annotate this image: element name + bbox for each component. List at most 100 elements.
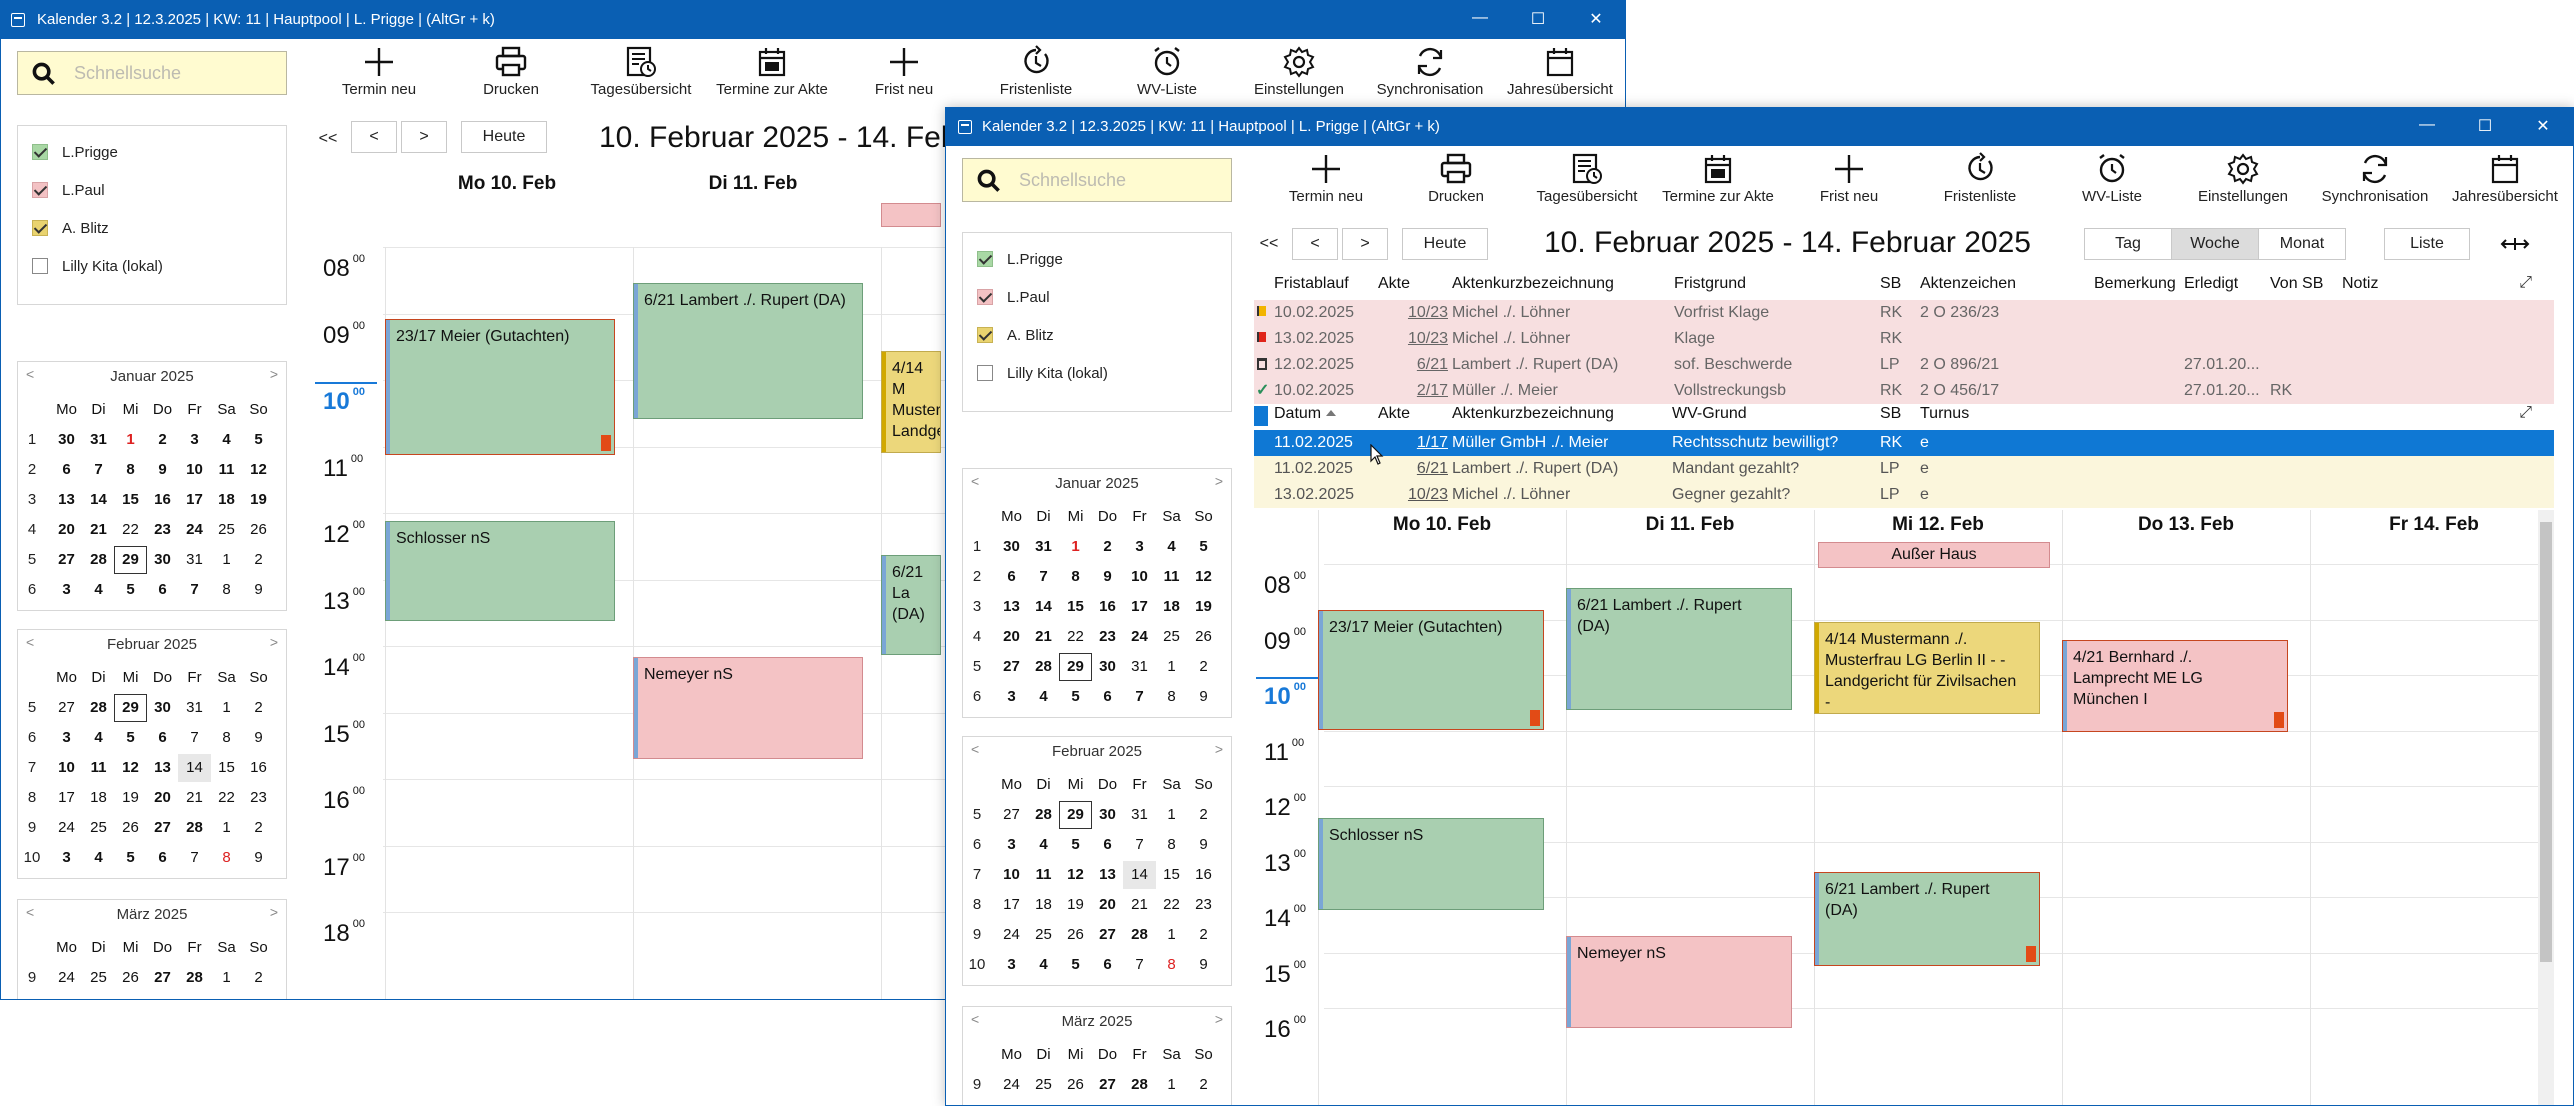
jahresuebersicht-button[interactable]: Jahresübersicht xyxy=(2435,152,2573,205)
day-cell[interactable]: 14 xyxy=(1123,861,1156,889)
column-header[interactable]: Akte xyxy=(1378,405,1410,423)
first-button[interactable]: << xyxy=(313,125,343,153)
day-cell[interactable]: 2 xyxy=(1187,1071,1220,1099)
day-cell[interactable]: 14 xyxy=(178,754,211,782)
list-button[interactable]: Liste xyxy=(2384,228,2470,260)
day-cell[interactable]: 30 xyxy=(146,546,179,574)
day-cell[interactable]: 12 xyxy=(114,754,147,782)
day-cell[interactable]: 18 xyxy=(1027,891,1060,919)
day-cell[interactable]: 13 xyxy=(50,486,83,514)
day-cell[interactable]: 1 xyxy=(210,964,243,992)
chevron-right-icon[interactable]: > xyxy=(270,634,278,650)
checkbox[interactable] xyxy=(977,365,993,381)
day-cell[interactable]: 30 xyxy=(995,533,1028,561)
column-header[interactable]: Notiz xyxy=(2342,275,2378,293)
day-cell[interactable]: 6 xyxy=(146,576,179,604)
day-header[interactable]: Di 11. Feb xyxy=(1566,514,1814,536)
expand-icon[interactable]: ⤢ xyxy=(2519,404,2532,422)
day-cell[interactable]: 26 xyxy=(242,516,275,544)
day-cell[interactable]: 23 xyxy=(242,784,275,812)
day-cell[interactable]: 9 xyxy=(1187,683,1220,711)
day-cell[interactable]: 29 xyxy=(1059,801,1092,829)
day-cell[interactable]: 16 xyxy=(146,486,179,514)
day-cell[interactable]: 25 xyxy=(1027,921,1060,949)
day-cell[interactable]: 20 xyxy=(995,623,1028,651)
next-button[interactable]: > xyxy=(401,121,447,153)
table-row[interactable]: 11.02.2025 1/17 Müller GmbH ./. Meier Recht… xyxy=(1254,430,2554,456)
column-header[interactable]: Fristgrund xyxy=(1674,275,1746,293)
chevron-right-icon[interactable]: > xyxy=(1215,473,1223,489)
checkbox[interactable] xyxy=(977,289,993,305)
chevron-left-icon[interactable]: < xyxy=(971,1011,979,1027)
calendar-item-paul[interactable]: L.Paul xyxy=(977,289,1050,306)
minimize-button[interactable]: — xyxy=(1465,9,1495,27)
day-header[interactable]: Mo 10. Feb xyxy=(1318,514,1566,536)
day-cell[interactable]: 24 xyxy=(995,921,1028,949)
day-cell[interactable]: 25 xyxy=(210,516,243,544)
wv-liste-button[interactable]: WV-Liste xyxy=(2042,152,2182,205)
chevron-right-icon[interactable]: > xyxy=(1215,1011,1223,1027)
view-month-button[interactable]: Monat xyxy=(2258,228,2346,260)
day-cell[interactable]: 2 xyxy=(242,546,275,574)
day-cell[interactable]: 10 xyxy=(178,456,211,484)
day-cell[interactable]: 5 xyxy=(1059,683,1092,711)
day-cell[interactable]: 4 xyxy=(1155,533,1188,561)
day-cell[interactable]: 4 xyxy=(1027,683,1060,711)
day-cell[interactable]: 24 xyxy=(178,516,211,544)
day-cell[interactable]: 25 xyxy=(1027,1071,1060,1099)
day-cell[interactable]: 27 xyxy=(995,801,1028,829)
day-cell[interactable]: 22 xyxy=(1059,623,1092,651)
column-header[interactable]: Turnus xyxy=(1920,405,1969,423)
day-cell[interactable]: 19 xyxy=(1059,891,1092,919)
chevron-left-icon[interactable]: < xyxy=(26,366,34,382)
day-cell[interactable]: 5 xyxy=(114,724,147,752)
view-day-button[interactable]: Tag xyxy=(2084,228,2172,260)
prev-button[interactable]: < xyxy=(1292,228,1338,260)
day-cell[interactable]: 19 xyxy=(1187,593,1220,621)
synchronisation-button[interactable]: Synchronisation xyxy=(1360,45,1500,98)
checkbox[interactable] xyxy=(32,220,48,236)
column-header[interactable]: Aktenkurzbezeichnung xyxy=(1452,275,1614,293)
day-cell[interactable]: 26 xyxy=(1059,921,1092,949)
day-cell[interactable]: 28 xyxy=(1027,801,1060,829)
fristenliste-button[interactable]: Fristenliste xyxy=(966,45,1106,98)
day-cell[interactable]: 8 xyxy=(210,724,243,752)
day-header[interactable]: Mi 12. Feb xyxy=(1814,514,2062,536)
day-cell[interactable]: 4 xyxy=(1027,831,1060,859)
day-cell[interactable]: 2 xyxy=(242,964,275,992)
day-cell[interactable]: 8 xyxy=(1155,683,1188,711)
einstellungen-button[interactable]: Einstellungen xyxy=(1229,45,1369,98)
termine-akte-button[interactable]: Termine zur Akte xyxy=(1648,152,1788,205)
calendar-event[interactable]: 6/21 La (DA) xyxy=(881,555,941,655)
day-cell[interactable]: 29 xyxy=(1059,653,1092,681)
frist-neu-button[interactable]: Frist neu xyxy=(834,45,974,98)
drucken-button[interactable]: Drucken xyxy=(441,45,581,98)
day-cell[interactable]: 13 xyxy=(995,593,1028,621)
day-cell[interactable]: 3 xyxy=(995,951,1028,979)
back-titlebar[interactable]: Kalender 3.2 | 12.3.2025 | KW: 11 | Haup… xyxy=(1,1,1625,39)
day-cell[interactable]: 11 xyxy=(82,754,115,782)
day-cell[interactable]: 6 xyxy=(1091,951,1124,979)
column-header[interactable]: SB xyxy=(1880,405,1901,423)
calendar-item-prigge[interactable]: L.Prigge xyxy=(977,251,1063,268)
day-header[interactable]: Fr 14. Feb xyxy=(2310,514,2558,536)
calendar-event[interactable]: Schlosser nS xyxy=(1318,818,1544,910)
day-cell[interactable]: 5 xyxy=(114,844,147,872)
expand-icon[interactable]: ⤢ xyxy=(2519,274,2532,292)
day-cell[interactable]: 7 xyxy=(1123,683,1156,711)
column-header[interactable]: Erledigt xyxy=(2184,275,2238,293)
day-cell[interactable]: 6 xyxy=(995,563,1028,591)
day-cell[interactable]: 6 xyxy=(1091,683,1124,711)
day-cell[interactable]: 4 xyxy=(82,724,115,752)
day-cell[interactable]: 16 xyxy=(1091,593,1124,621)
termine-akte-button[interactable]: Termine zur Akte xyxy=(702,45,842,98)
day-cell[interactable]: 8 xyxy=(1059,563,1092,591)
calendar-event[interactable]: Nemeyer nS xyxy=(1566,936,1792,1028)
day-cell[interactable]: 28 xyxy=(178,964,211,992)
day-cell[interactable]: 12 xyxy=(242,456,275,484)
day-cell[interactable]: 27 xyxy=(995,653,1028,681)
column-header[interactable]: Fristablauf xyxy=(1274,275,1349,293)
day-cell[interactable]: 31 xyxy=(178,694,211,722)
chevron-left-icon[interactable]: < xyxy=(971,473,979,489)
wv-liste-button[interactable]: WV-Liste xyxy=(1097,45,1237,98)
